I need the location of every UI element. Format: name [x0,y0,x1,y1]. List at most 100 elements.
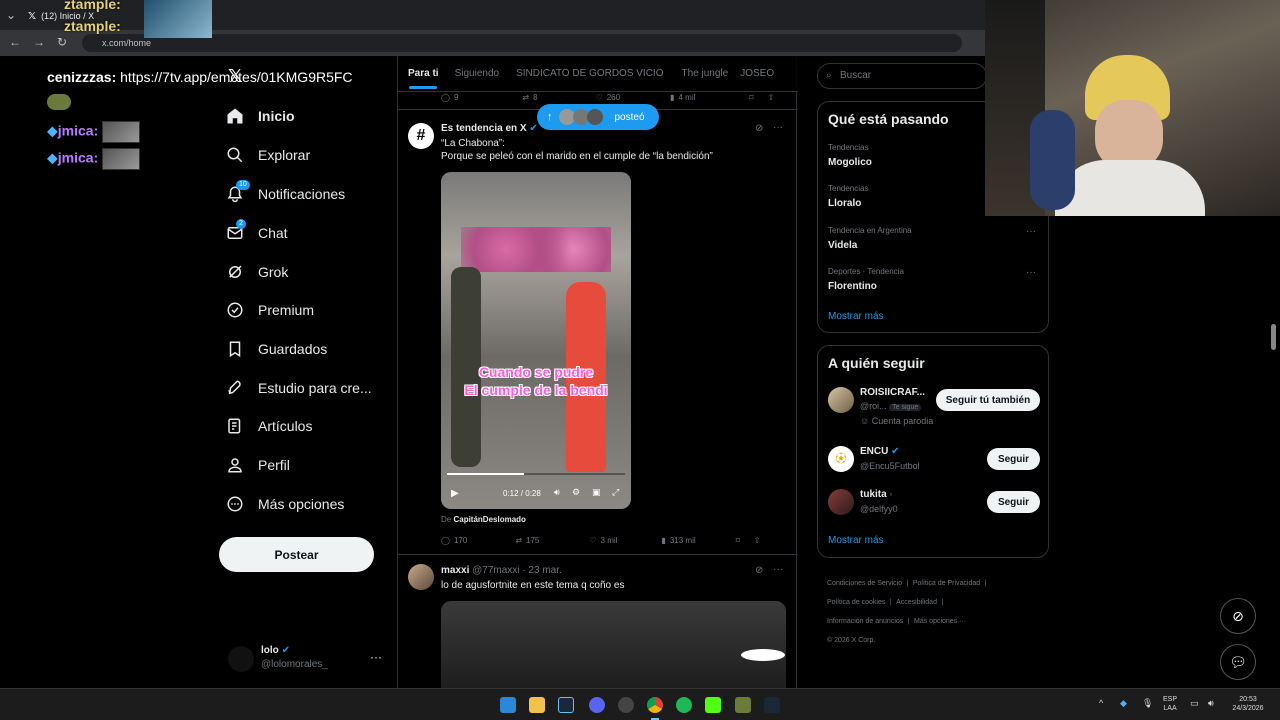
nav-perfil[interactable]: Perfil [226,450,290,480]
volume-icon[interactable]: 🔊︎ [554,487,560,498]
trend-item[interactable]: Deportes · Tendencia Florentino ··· [828,267,1040,292]
avatar[interactable]: ⚽︎ [828,446,854,472]
more-horizontal-icon[interactable]: ··· [370,650,382,664]
clock[interactable]: 20:53 24/3/2026 [1226,695,1270,713]
steam-icon[interactable] [558,697,574,713]
grok-icon[interactable]: ⊘ [755,123,763,134]
tray-app-icon[interactable]: ◆ [1120,699,1127,708]
new-posts-pill[interactable]: ↑ posteó [537,104,659,130]
tab-search-icon[interactable]: ⌄ [6,8,16,22]
more-horizontal-icon[interactable]: ··· [1026,267,1036,278]
repost-button[interactable]: ⇄ 175 [515,536,539,545]
back-icon[interactable]: ← [9,35,21,49]
grok-icon[interactable]: ⊘ [755,565,763,576]
reply-button[interactable]: ◯ 170 [441,536,467,545]
video-progress-track[interactable] [447,473,625,475]
views-button[interactable]: ▮ 4 mil [670,93,695,102]
kick-icon[interactable] [705,697,721,713]
play-icon[interactable]: ▶ [451,488,459,499]
avatar[interactable] [828,387,854,413]
nav-explorar[interactable]: Explorar [226,140,310,170]
views-button[interactable]: ▮ 313 mil [661,536,695,545]
like-button[interactable]: ♡ 260 [596,93,621,102]
bookmark-icon[interactable]: ⌑ [736,536,740,545]
pip-icon[interactable]: ▣ [592,487,601,498]
discord-icon[interactable] [589,697,605,713]
trend-item[interactable]: Tendencia en Argentina Videla ··· [828,226,1040,251]
avatar[interactable] [408,564,434,590]
avatar[interactable] [828,489,854,515]
footer-link[interactable]: Más opciones ··· [914,618,966,625]
more-horizontal-icon[interactable]: ··· [773,564,783,575]
footer-link[interactable]: Política de cookies [827,599,885,606]
tweet-author[interactable]: maxxi @77maxxi · 23 mar. [441,565,562,576]
tab-siguiendo[interactable]: Siguiendo [455,68,499,79]
main-timeline: Para ti Siguiendo SINDICATO DE GORDOS VI… [397,56,798,688]
footer-links: Condiciones de Servicio | Política de Pr… [827,580,987,644]
nav-grok[interactable]: Grok [226,257,288,287]
post-button[interactable]: Postear [219,537,374,572]
tab-para-ti[interactable]: Para ti [408,68,439,79]
steam-icon[interactable] [764,697,780,713]
follow-name[interactable]: ENCU ✔ [860,446,900,457]
search-input[interactable]: ⌕ Buscar [817,63,987,89]
nav-notificaciones[interactable]: 10 Notificaciones [226,179,345,209]
show-more-trends-link[interactable]: Mostrar más [828,311,884,322]
volume-icon[interactable]: 🔊︎ [1208,699,1214,708]
bookmark-icon[interactable]: ⌑ [749,93,753,102]
spotify-icon[interactable] [676,697,692,713]
reply-icon: ◯ [441,536,450,545]
nav-mas-opciones[interactable]: Más opciones [226,489,344,519]
nav-premium[interactable]: Premium [226,295,314,325]
footer-link[interactable]: Condiciones de Servicio [827,580,902,587]
hashtag-avatar-icon[interactable]: # [408,123,434,149]
follow-button[interactable]: Seguir [987,491,1040,513]
account-switcher[interactable]: lolo ✔ @lolomorales_ ··· [228,644,388,674]
reload-icon[interactable]: ↻ [57,35,67,49]
follow-button[interactable]: Seguir [987,448,1040,470]
share-icon[interactable]: ⇧ [754,536,761,545]
grok-float-button[interactable]: ⊘ [1220,598,1256,634]
page-scrollbar[interactable] [1271,324,1276,350]
microphone-icon[interactable]: 🎙︎ [1142,699,1153,708]
follow-name[interactable]: tukita ▫ [860,489,892,500]
more-horizontal-icon[interactable]: ··· [1026,226,1036,237]
footer-link[interactable]: Política de Privacidad [913,580,980,587]
follow-back-button[interactable]: Seguir tú también [936,389,1040,411]
share-icon[interactable]: ⇧ [768,93,775,102]
nav-chat[interactable]: 2 Chat [226,218,288,248]
like-button[interactable]: ♡ 3 mil [589,536,617,545]
reply-button[interactable]: ◯ 9 [441,93,458,102]
chrome-icon[interactable] [647,697,663,713]
file-explorer-icon[interactable] [529,697,545,713]
nav-inicio[interactable]: Inicio [226,101,295,131]
nav-estudio[interactable]: Estudio para cre... [226,373,372,403]
tweet-image[interactable] [441,601,786,688]
follow-name[interactable]: ROISIICRAF... [860,387,925,398]
footer-link[interactable]: Accesibilidad [896,599,937,606]
settings-icon[interactable]: ⚙︎ [572,487,580,498]
windows-start-icon[interactable] [500,697,516,713]
nav-articulos[interactable]: Artículos [226,411,312,441]
language-indicator[interactable]: ESP LAA [1163,695,1177,713]
show-more-follow-link[interactable]: Mostrar más [828,535,884,546]
tweet-author[interactable]: Es tendencia en X ✔ [441,123,538,134]
messages-float-button[interactable]: 💬︎ [1220,644,1256,680]
x-logo-icon[interactable]: 𝕏 [228,66,243,87]
tab-joseo[interactable]: JOSEO [740,68,774,79]
tab-the-jungle[interactable]: The jungle [682,68,729,79]
forward-icon[interactable]: → [33,35,45,49]
app-icon[interactable] [618,697,634,713]
fullscreen-icon[interactable]: ⤢ [612,487,619,498]
tab-sindicato[interactable]: SINDICATO DE GORDOS VICIO [516,68,663,79]
url-field[interactable]: x.com/home [82,34,962,52]
game-icon[interactable] [735,697,751,713]
tweet-video[interactable]: Cuando se pudre El cumple de la bendi ▶ … [441,172,631,509]
tray-chevron-icon[interactable]: ^ [1099,699,1103,708]
nav-guardados[interactable]: Guardados [226,334,327,364]
follow-handle: @Encu5Futbol [860,461,920,471]
network-icon[interactable]: ▭ [1190,699,1199,708]
footer-link[interactable]: Información de anuncios [827,618,903,625]
repost-button[interactable]: ⇄ 8 [522,93,537,102]
more-horizontal-icon[interactable]: ··· [773,122,783,133]
